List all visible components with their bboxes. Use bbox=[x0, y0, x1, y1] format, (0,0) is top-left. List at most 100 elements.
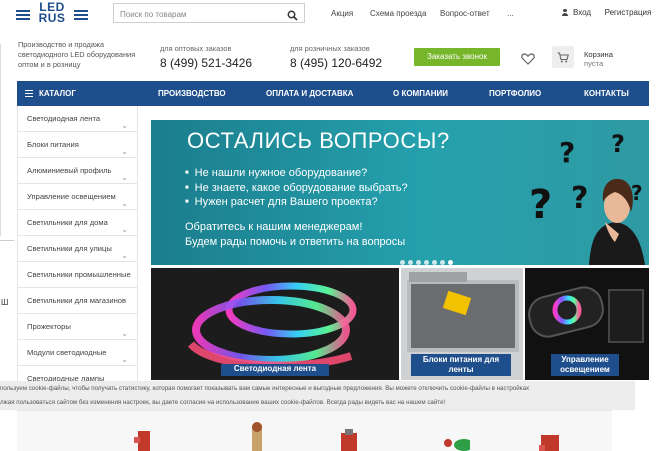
banner-bullet: Нужен расчет для Вашего проекта? bbox=[185, 195, 408, 210]
chevron-down-icon: ⌄ bbox=[121, 329, 128, 338]
woman-with-question-marks-illustration: ? ? ? ? ? bbox=[529, 130, 645, 265]
slide-dot[interactable] bbox=[440, 260, 445, 265]
sidebar-item-aluminum-profile[interactable]: Алюминиевый профиль ⌄ bbox=[17, 158, 138, 184]
logo-text-rus: RUS bbox=[38, 11, 66, 25]
top-link-directions[interactable]: Схема проезда bbox=[370, 9, 426, 18]
product-thumbnail[interactable] bbox=[337, 419, 365, 451]
sidebar-item-label: Блоки питания bbox=[27, 140, 79, 149]
wholesale-phone-block: для оптовых заказов 8 (499) 521-3426 bbox=[160, 44, 252, 70]
svg-text:?: ? bbox=[529, 182, 552, 228]
top-more-menu[interactable]: ... bbox=[507, 9, 514, 18]
product-thumbnail[interactable] bbox=[442, 419, 474, 451]
chevron-down-icon: ⌄ bbox=[121, 121, 128, 130]
banner-cta-line1: Обратитесь к нашим менеджерам! bbox=[185, 221, 363, 233]
request-call-button[interactable]: Заказать звонок bbox=[414, 48, 500, 66]
product-thumbnail[interactable] bbox=[242, 419, 270, 451]
banner-cta-line2: Будем рады помочь и ответить на вопросы bbox=[185, 236, 406, 248]
retail-phone-block: для розничных заказов 8 (495) 120-6492 bbox=[290, 44, 382, 70]
sidebar-item-store-lights[interactable]: Светильники для магазинов bbox=[17, 288, 138, 314]
top-link-faq[interactable]: Вопрос-ответ bbox=[440, 9, 490, 18]
top-link-promo[interactable]: Акция bbox=[331, 9, 353, 18]
sidebar-item-led-modules[interactable]: Модули светодиодные ⌄ bbox=[17, 340, 138, 366]
catalog-menu-button[interactable]: КАТАЛОГ bbox=[17, 81, 137, 106]
banner-cta: Обратитесь к нашим менеджерам! Будем рад… bbox=[185, 220, 405, 250]
product-thumbnail[interactable] bbox=[132, 419, 160, 451]
auth-links: Вход Регистрация bbox=[562, 8, 651, 17]
banner-slide-indicators bbox=[400, 252, 456, 265]
sidebar-item-home-lights[interactable]: Светильники для дома ⌄ bbox=[17, 210, 138, 236]
nav-production[interactable]: ПРОИЗВОДСТВО bbox=[158, 81, 226, 106]
cookie-notice-line2: лжая пользоваться сайтом без изменения н… bbox=[0, 399, 446, 406]
sidebar-item-power-supplies[interactable]: Блоки питания ⌄ bbox=[17, 132, 138, 158]
left-edge-border bbox=[0, 44, 2, 236]
slide-dot[interactable] bbox=[416, 260, 421, 265]
slide-dot[interactable] bbox=[408, 260, 413, 265]
cookie-notice: пользуем cookie-файлы, чтобы получать ст… bbox=[0, 381, 635, 410]
banner-title: ОСТАЛИСЬ ВОПРОСЫ? bbox=[187, 128, 450, 153]
logo-right-bars bbox=[74, 10, 88, 22]
svg-text:?: ? bbox=[611, 130, 625, 158]
sidebar-item-label: Светильники для дома bbox=[27, 218, 108, 227]
tile-power-supplies-caption-line1: Блоки питания для bbox=[422, 355, 500, 364]
svg-text:?: ? bbox=[559, 136, 575, 169]
tile-lighting-control[interactable]: Управление освещением bbox=[525, 268, 649, 380]
tile-led-strip[interactable]: Светодиодная лента bbox=[151, 268, 399, 380]
tile-power-supplies[interactable]: Блоки питания для ленты bbox=[401, 268, 523, 380]
slide-dot[interactable] bbox=[400, 260, 405, 265]
sidebar-item-label: Светильники для улицы bbox=[27, 244, 112, 253]
tile-led-strip-caption: Светодиодная лента bbox=[221, 364, 329, 376]
chevron-down-icon: ⌄ bbox=[121, 199, 128, 208]
main-nav: КАТАЛОГ ПРОИЗВОДСТВО ОПЛАТА И ДОСТАВКА О… bbox=[17, 81, 649, 106]
register-link[interactable]: Регистрация bbox=[605, 8, 652, 17]
cookie-notice-line1: пользуем cookie-файлы, чтобы получать ст… bbox=[0, 385, 530, 392]
logo-left-bars bbox=[16, 10, 30, 22]
search-icon[interactable] bbox=[287, 8, 298, 21]
sidebar-item-lighting-control[interactable]: Управление освещением ⌄ bbox=[17, 184, 138, 210]
cart-status: пуста bbox=[584, 59, 604, 68]
slide-dot-active[interactable] bbox=[448, 260, 453, 265]
retail-phone-number[interactable]: 8 (495) 120-6492 bbox=[290, 56, 382, 70]
sidebar-item-street-lights[interactable]: Светильники для улицы ⌄ bbox=[17, 236, 138, 262]
product-thumbnail[interactable] bbox=[537, 419, 565, 451]
left-edge-clipped-text: Ш bbox=[1, 298, 9, 307]
tile-power-supplies-caption: Блоки питания для ленты bbox=[411, 354, 511, 376]
cart-button[interactable] bbox=[552, 46, 574, 68]
chevron-down-icon: ⌄ bbox=[121, 173, 128, 182]
products-preview-strip bbox=[17, 410, 612, 451]
cart-label: Корзина bbox=[584, 50, 613, 59]
chevron-down-icon: ⌄ bbox=[121, 147, 128, 156]
retail-phone-label: для розничных заказов bbox=[290, 44, 370, 53]
slide-dot[interactable] bbox=[432, 260, 437, 265]
promo-banner[interactable]: ОСТАЛИСЬ ВОПРОСЫ? Не нашли нужное оборуд… bbox=[151, 120, 649, 265]
sidebar-item-industrial-lights[interactable]: Светильники промышленные bbox=[17, 262, 138, 288]
svg-text:?: ? bbox=[571, 181, 588, 216]
login-link[interactable]: Вход bbox=[573, 8, 591, 17]
left-edge-divider bbox=[0, 240, 14, 241]
sidebar-item-label: Светильники промышленные bbox=[27, 270, 131, 279]
nav-contacts[interactable]: КОНТАКТЫ bbox=[584, 81, 629, 106]
top-bar: LED RUS Акция Схема проезда Вопрос-ответ… bbox=[0, 0, 656, 30]
nav-payment-delivery[interactable]: ОПЛАТА И ДОСТАВКА bbox=[266, 81, 353, 106]
nav-portfolio[interactable]: ПОРТФОЛИО bbox=[489, 81, 541, 106]
tile-lighting-control-caption-line1: Управление bbox=[561, 355, 609, 364]
cart-summary[interactable]: Корзина пуста bbox=[584, 50, 613, 68]
slide-dot[interactable] bbox=[424, 260, 429, 265]
search-input[interactable] bbox=[114, 5, 279, 24]
sidebar-item-floodlights[interactable]: Прожекторы ⌄ bbox=[17, 314, 138, 340]
search-box bbox=[113, 3, 305, 24]
banner-bullets: Не нашли нужное оборудование? Не знаете,… bbox=[185, 166, 408, 210]
sidebar-item-label: Светодиодная лента bbox=[27, 114, 101, 123]
favorites-heart-icon[interactable] bbox=[521, 52, 535, 65]
wholesale-phone-number[interactable]: 8 (499) 521-3426 bbox=[160, 56, 252, 70]
sidebar-item-led-strip[interactable]: Светодиодная лента ⌄ bbox=[17, 106, 138, 132]
person-icon bbox=[562, 9, 568, 16]
chevron-down-icon: ⌄ bbox=[121, 355, 128, 364]
catalog-sidebar: Светодиодная лента ⌄ Блоки питания ⌄ Алюми… bbox=[17, 106, 138, 396]
sidebar-item-label: Алюминиевый профиль bbox=[27, 166, 112, 175]
logo[interactable]: LED RUS bbox=[16, 1, 92, 28]
chevron-down-icon: ⌄ bbox=[121, 225, 128, 234]
nav-about[interactable]: О КОМПАНИИ bbox=[393, 81, 448, 106]
tile-lighting-control-caption-line2: освещением bbox=[560, 365, 610, 374]
tile-power-supplies-caption-line2: ленты bbox=[448, 365, 474, 374]
wholesale-phone-label: для оптовых заказов bbox=[160, 44, 232, 53]
